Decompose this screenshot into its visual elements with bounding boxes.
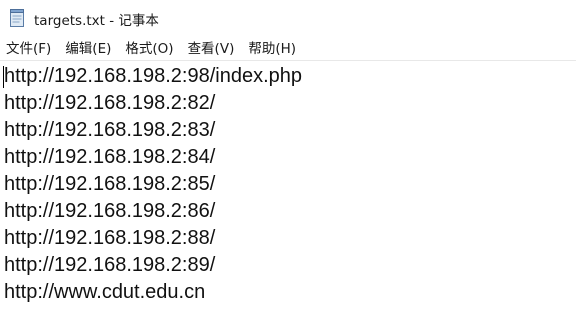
menu-help[interactable]: 帮助(H) xyxy=(248,38,296,60)
text-line: http://192.168.198.2:98/index.php xyxy=(4,65,303,87)
text-line: http://192.168.198.2:89/ xyxy=(4,254,216,276)
menu-format[interactable]: 格式(O) xyxy=(125,38,173,60)
text-line: http://192.168.198.2:88/ xyxy=(4,227,216,249)
text-lines: http://192.168.198.2:98/index.php http:/… xyxy=(4,63,302,306)
title-bar[interactable]: targets.txt - 记事本 xyxy=(0,0,576,36)
menu-bar: 文件(F) 编辑(E) 格式(O) 查看(V) 帮助(H) xyxy=(0,38,576,60)
menu-view[interactable]: 查看(V) xyxy=(188,38,235,60)
text-line: http://192.168.198.2:84/ xyxy=(4,146,216,168)
menu-file[interactable]: 文件(F) xyxy=(6,38,51,60)
text-line: http://192.168.198.2:83/ xyxy=(4,119,216,141)
menu-edit[interactable]: 编辑(E) xyxy=(65,38,111,60)
window-title: targets.txt - 记事本 xyxy=(34,13,159,29)
text-editor[interactable]: http://192.168.198.2:98/index.php http:/… xyxy=(0,60,576,309)
text-line: http://www.cdut.edu.cn xyxy=(4,281,206,303)
notepad-icon xyxy=(9,9,25,27)
text-line: http://192.168.198.2:86/ xyxy=(4,200,216,222)
text-line: http://192.168.198.2:85/ xyxy=(4,173,216,195)
text-line: http://192.168.198.2:82/ xyxy=(4,92,216,114)
notepad-window: targets.txt - 记事本 文件(F) 编辑(E) 格式(O) 查看(V… xyxy=(0,0,576,309)
